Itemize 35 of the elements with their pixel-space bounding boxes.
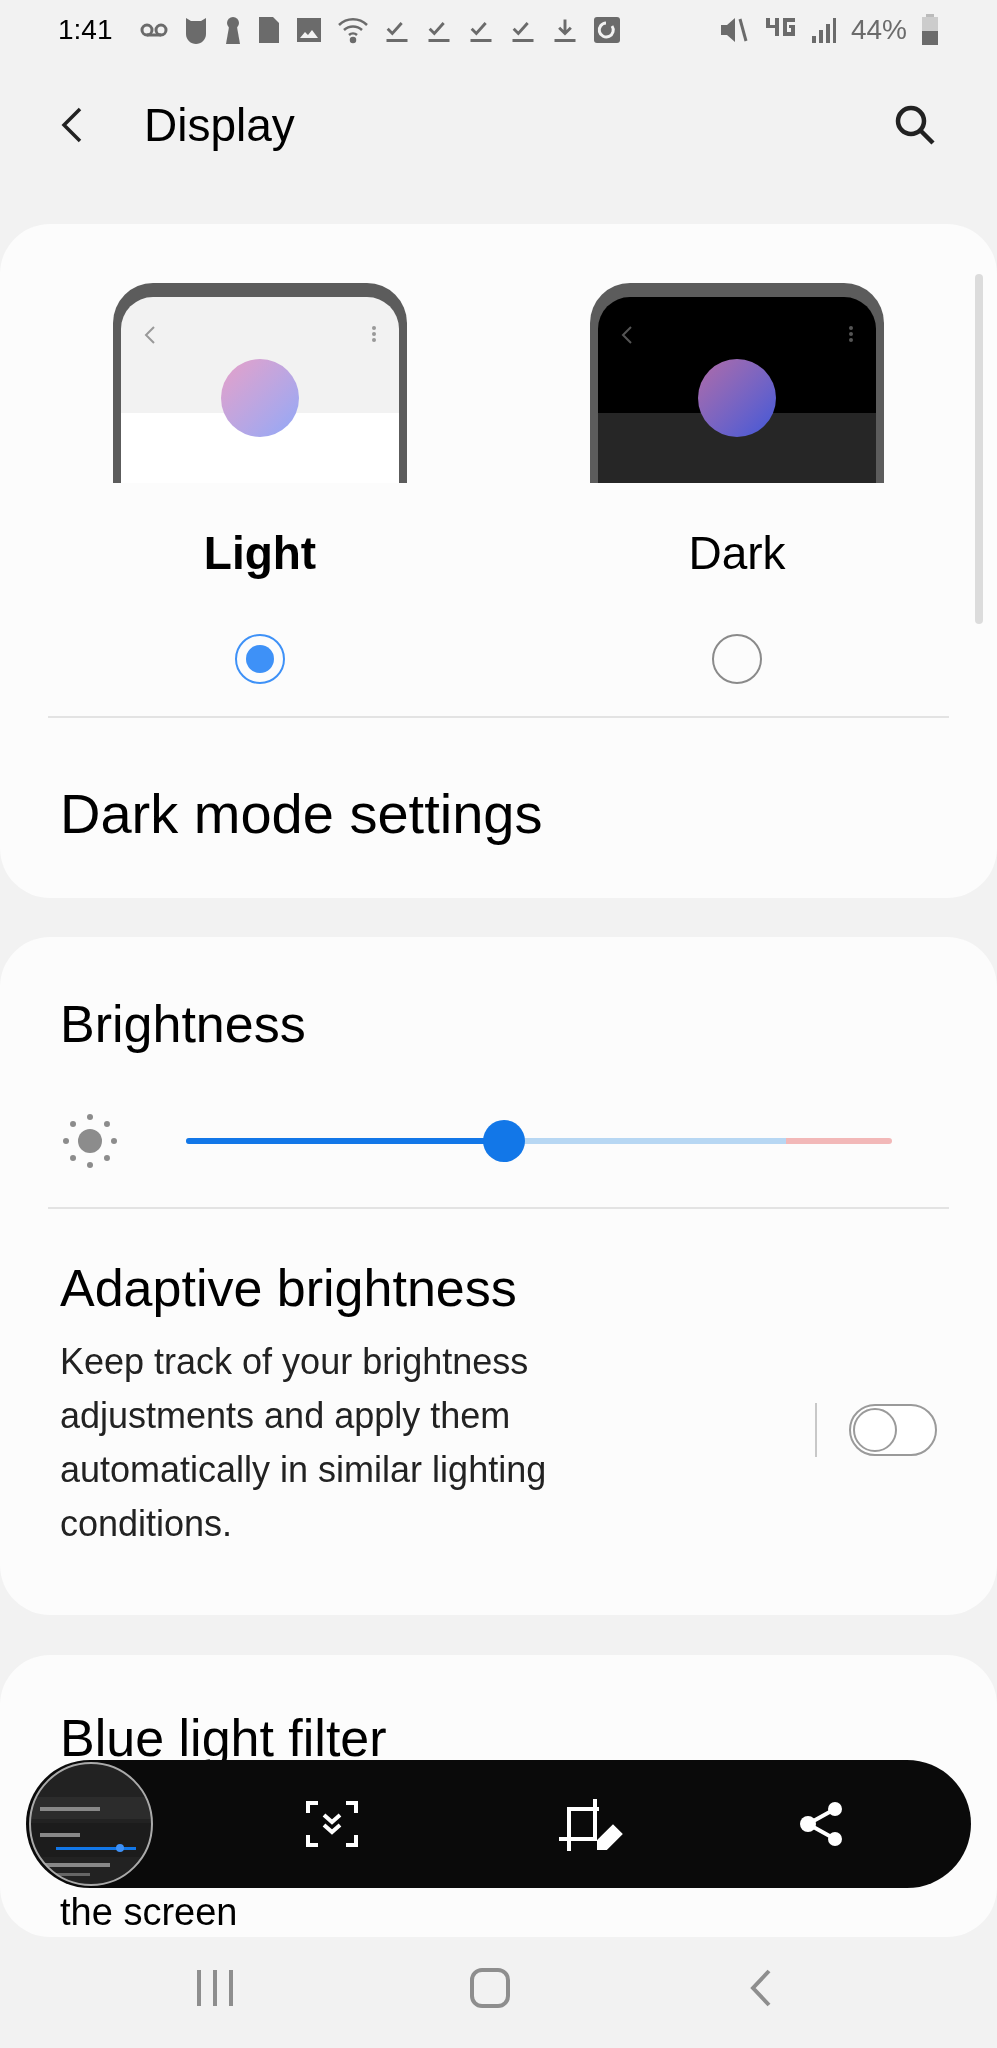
signal-icon (810, 16, 837, 44)
theme-label: Light (203, 526, 317, 581)
back-icon (143, 325, 157, 345)
sun-icon (60, 1111, 120, 1171)
scroll-capture-icon[interactable] (306, 1801, 358, 1847)
more-icon (848, 325, 854, 343)
wifi-icon (336, 16, 369, 44)
filter-description: the screen (60, 1891, 238, 1933)
back-icon[interactable] (60, 105, 84, 145)
phone-preview[interactable] (590, 283, 884, 483)
status-time: 1:41 (58, 13, 113, 47)
radio-button[interactable] (712, 634, 762, 684)
refresh-app-icon (592, 16, 621, 44)
crop-edit-icon[interactable] (557, 1797, 625, 1851)
page-title: Display (144, 97, 295, 153)
recent-apps-icon[interactable] (195, 1969, 235, 2006)
radio-button[interactable] (235, 634, 285, 684)
image-icon (294, 16, 323, 44)
more-icon (371, 325, 377, 343)
battery-percent: 44% (850, 13, 907, 47)
back-icon (620, 325, 634, 345)
battery-icon (921, 14, 939, 46)
search-icon[interactable] (893, 103, 937, 147)
theme-label: Dark (688, 526, 786, 581)
dark-mode-settings-item[interactable]: Dark mode settings (48, 718, 949, 856)
toggle-switch[interactable] (848, 1404, 937, 1456)
slider-thumb[interactable] (482, 1120, 525, 1162)
mute-icon (718, 15, 749, 45)
share-icon[interactable] (799, 1801, 845, 1847)
brightness-title: Brightness (60, 994, 307, 1055)
adaptive-brightness-title: Adaptive brightness (60, 1258, 518, 1319)
sim-card-icon (256, 15, 281, 45)
adaptive-brightness-description: Keep track of your brightness adjustments and apply them automatically in similar lighting conditions. (60, 1340, 548, 1546)
home-icon[interactable] (470, 1967, 510, 2008)
phone-preview[interactable] (113, 283, 407, 483)
